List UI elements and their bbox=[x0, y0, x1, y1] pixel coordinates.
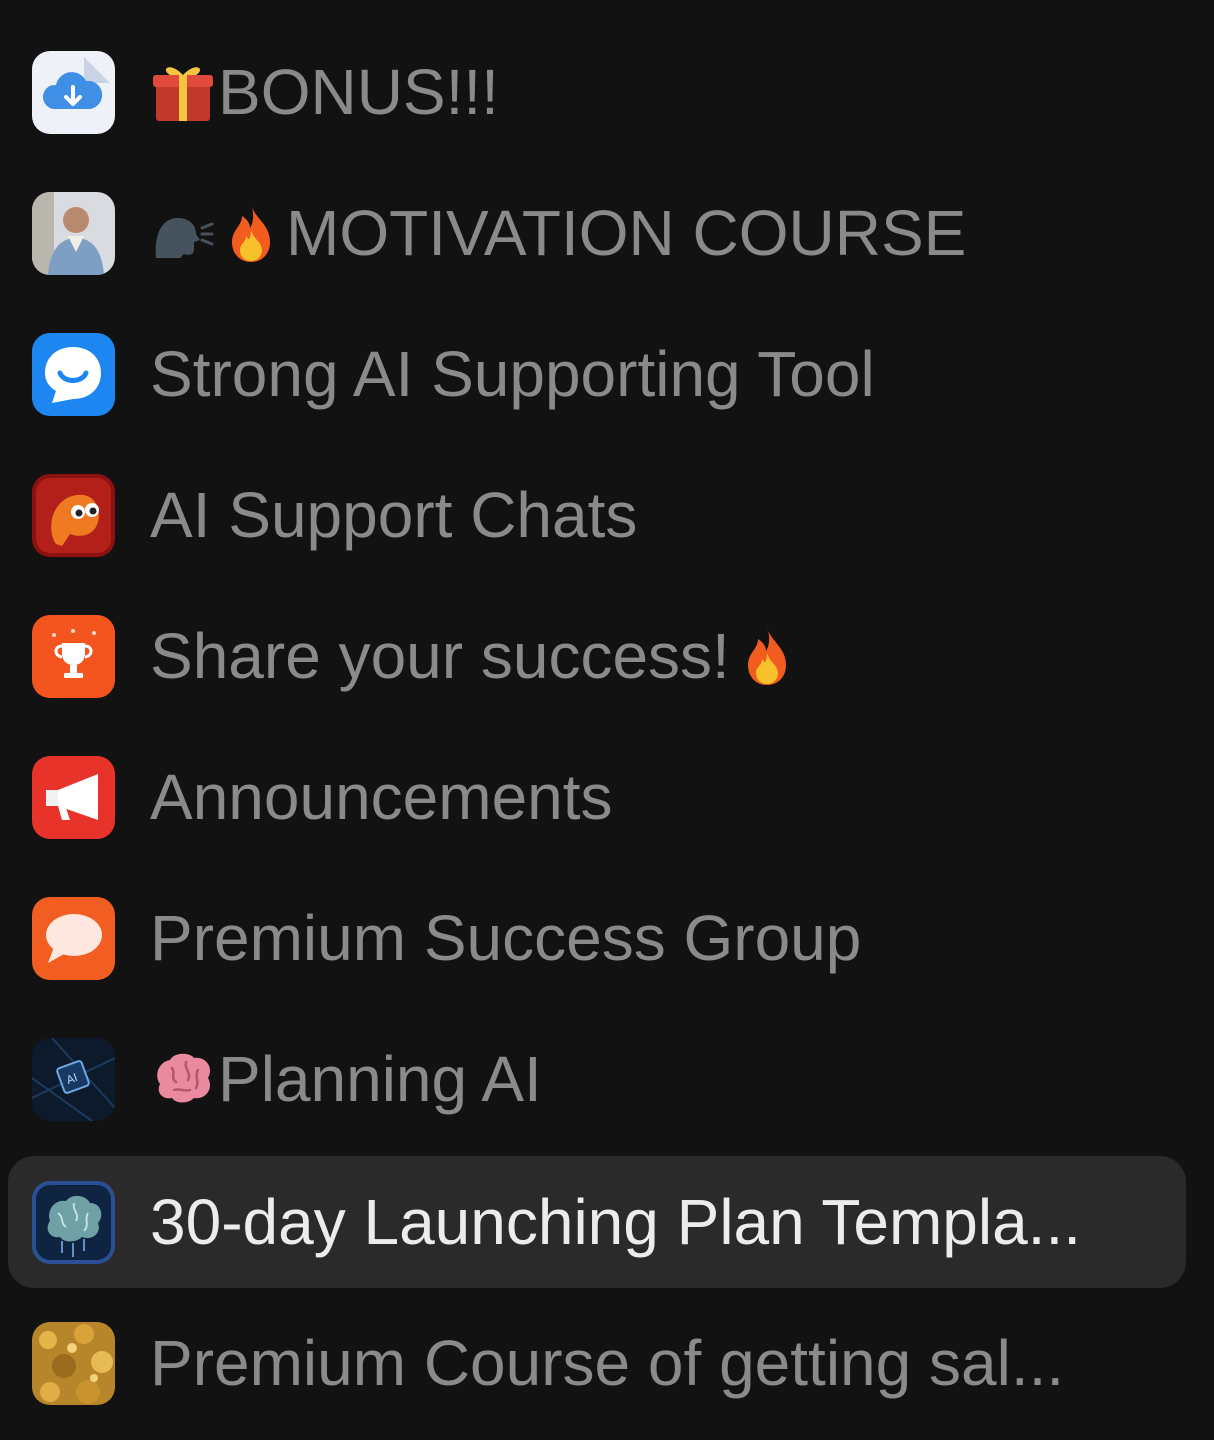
channel-name: Announcements bbox=[150, 761, 613, 833]
cloud-download-icon bbox=[32, 51, 115, 134]
trophy-icon bbox=[32, 615, 115, 698]
channel-item-motivation-course[interactable]: MOTIVATION COURSE bbox=[8, 167, 1186, 299]
fire-emoji-icon bbox=[218, 200, 284, 266]
channel-name: BONUS!!! bbox=[218, 56, 499, 128]
speaking-head-emoji-icon bbox=[150, 200, 216, 266]
channel-label: AI Support Chats bbox=[150, 483, 637, 547]
brain-emoji-icon bbox=[150, 1046, 216, 1112]
gold-texture-icon bbox=[32, 1322, 115, 1405]
channel-name: 30-day Launching Plan Templa... bbox=[150, 1186, 1081, 1258]
channel-item-strong-ai-supporting-tool[interactable]: Strong AI Supporting Tool bbox=[8, 308, 1186, 440]
channel-name: Planning AI bbox=[218, 1043, 542, 1115]
avatar-man-photo-icon bbox=[32, 192, 115, 275]
channel-name: MOTIVATION COURSE bbox=[286, 197, 967, 269]
fire-emoji-icon bbox=[734, 623, 800, 689]
channel-name: AI Support Chats bbox=[150, 479, 638, 551]
channel-label: Planning AI bbox=[150, 1046, 542, 1112]
speech-bubble-icon bbox=[32, 897, 115, 980]
channel-item-30-day-launching-plan[interactable]: 30-day Launching Plan Templa... bbox=[8, 1156, 1186, 1288]
channel-label: Strong AI Supporting Tool bbox=[150, 342, 875, 406]
channel-item-share-your-success[interactable]: Share your success! bbox=[8, 590, 1186, 722]
channel-label: Share your success! bbox=[150, 623, 800, 689]
orange-ghost-icon bbox=[32, 474, 115, 557]
channel-name: Share your success! bbox=[150, 620, 730, 692]
ai-chip-icon: AI bbox=[32, 1038, 115, 1121]
channel-item-premium-success-group[interactable]: Premium Success Group bbox=[8, 872, 1186, 1004]
channel-item-ai-support-chats[interactable]: AI Support Chats bbox=[8, 449, 1186, 581]
channel-item-premium-course[interactable]: Premium Course of getting sal... bbox=[8, 1297, 1186, 1429]
channel-label: Premium Success Group bbox=[150, 906, 861, 970]
channel-list: BONUS!!! MOTIVATION COURSE Strong AI Sup… bbox=[0, 0, 1214, 1440]
channel-label: BONUS!!! bbox=[150, 59, 499, 125]
gift-emoji-icon bbox=[150, 59, 216, 125]
channel-name: Strong AI Supporting Tool bbox=[150, 338, 875, 410]
channel-label: 30-day Launching Plan Templa... bbox=[150, 1190, 1081, 1254]
channel-item-bonus[interactable]: BONUS!!! bbox=[8, 26, 1186, 158]
megaphone-icon bbox=[32, 756, 115, 839]
channel-name: Premium Course of getting sal... bbox=[150, 1327, 1065, 1399]
channel-label: Premium Course of getting sal... bbox=[150, 1331, 1064, 1395]
digital-brain-icon bbox=[32, 1181, 115, 1264]
channel-name: Premium Success Group bbox=[150, 902, 862, 974]
channel-item-planning-ai[interactable]: AI Planning AI bbox=[8, 1013, 1186, 1145]
smile-chat-bubble-icon bbox=[32, 333, 115, 416]
channel-label: MOTIVATION COURSE bbox=[150, 200, 966, 266]
channel-item-announcements[interactable]: Announcements bbox=[8, 731, 1186, 863]
channel-label: Announcements bbox=[150, 765, 613, 829]
